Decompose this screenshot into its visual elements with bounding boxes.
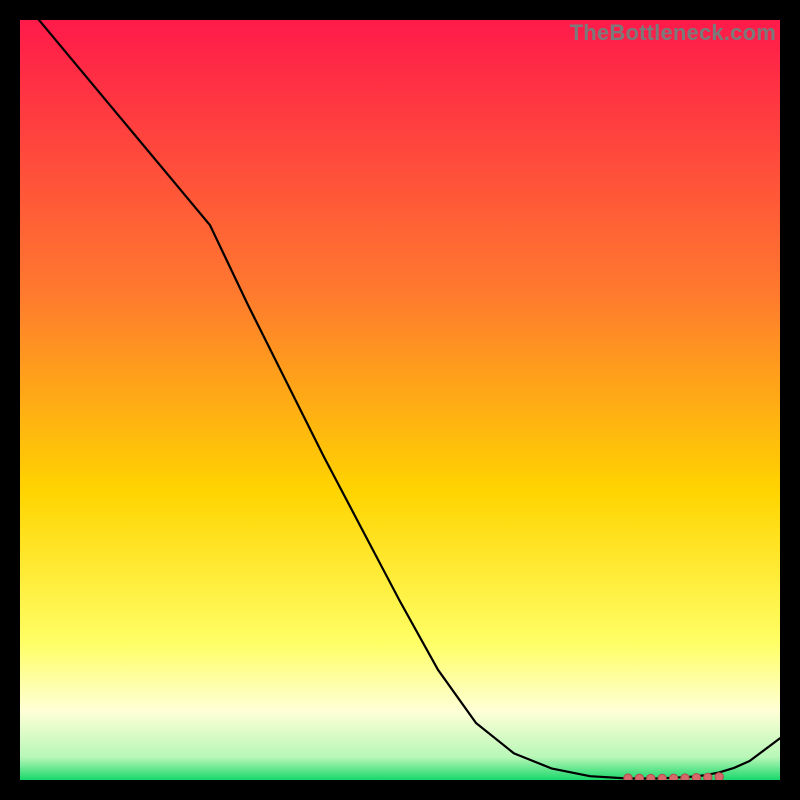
marker-point	[624, 774, 632, 780]
marker-point	[681, 774, 689, 780]
plot-area: TheBottleneck.com	[20, 20, 780, 780]
marker-point	[704, 773, 712, 780]
marker-point	[658, 774, 666, 780]
chart-overlay	[20, 20, 780, 780]
marker-point	[692, 774, 700, 781]
chart-frame: TheBottleneck.com	[0, 0, 800, 800]
marker-point	[635, 774, 643, 780]
marker-point	[647, 774, 655, 780]
data-line	[20, 20, 780, 778]
marker-point	[715, 773, 723, 780]
marker-point	[669, 774, 677, 780]
marker-cluster	[624, 773, 724, 780]
